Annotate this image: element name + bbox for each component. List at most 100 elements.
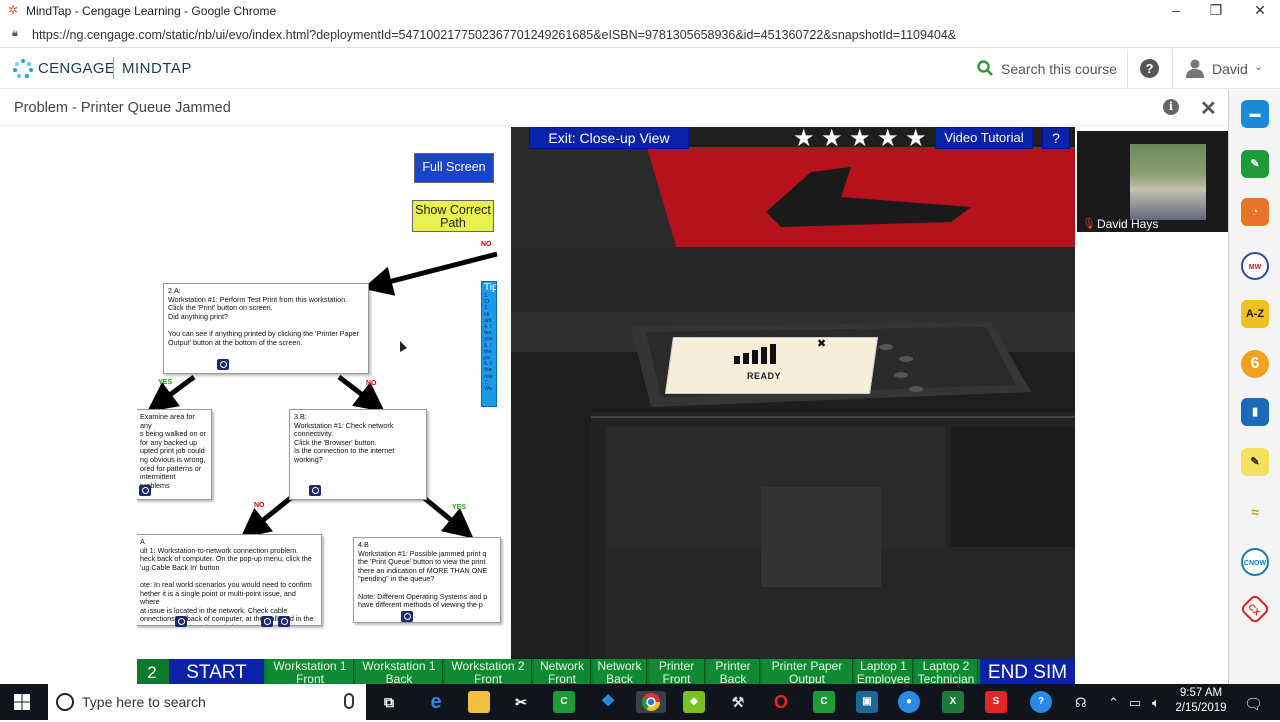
no-label: NO xyxy=(481,241,492,248)
cengage-cx-icon[interactable]: CX xyxy=(1239,593,1271,625)
sim-nav-button[interactable]: Workstation 1 Front xyxy=(267,659,354,684)
number-six-icon[interactable]: 6 xyxy=(1241,350,1269,378)
pencil-icon[interactable]: ✎ xyxy=(1241,150,1269,178)
sim-nav-button[interactable]: Workstation 2 Front xyxy=(445,659,532,684)
notes-icon[interactable]: ✎ xyxy=(1241,448,1269,476)
audio-icon[interactable]: ≈ xyxy=(1241,498,1269,526)
camtasia-icon[interactable]: C xyxy=(553,691,575,713)
star-icon: ★ xyxy=(849,127,871,152)
chrome-icon[interactable] xyxy=(636,691,666,713)
star-icon: ★ xyxy=(905,127,927,152)
header-divider xyxy=(1127,49,1128,89)
exit-closeup-button[interactable]: Exit: Close-up View xyxy=(529,127,689,149)
app-header: CENGAGE MINDTAP Search this course ? Dav… xyxy=(0,49,1280,89)
search-course-link[interactable]: Search this course xyxy=(1001,61,1117,77)
a-to-z-icon[interactable]: A-Z xyxy=(1241,300,1269,328)
volume-icon[interactable]: 🔈︎ xyxy=(1152,695,1160,711)
user-name[interactable]: David xyxy=(1212,61,1248,77)
network-icon[interactable]: ▭ xyxy=(1129,695,1141,711)
flow-box-bottom-left[interactable]: A ult 1: Workstation-to-network connecti… xyxy=(137,534,322,626)
camtasia-recorder-icon[interactable]: C xyxy=(813,691,835,713)
magnify-icon[interactable] xyxy=(261,616,273,627)
zoom-icon[interactable]: ● xyxy=(898,691,920,713)
briefcase-icon[interactable]: ▬ xyxy=(1241,100,1269,128)
info-icon[interactable]: i xyxy=(1163,99,1179,115)
taskbar-search-box[interactable]: Type here to search xyxy=(48,684,366,720)
tools-icon[interactable]: ⚒ xyxy=(727,691,749,713)
sim-help-button[interactable]: ? xyxy=(1042,127,1070,149)
people-icon[interactable]: ☊ xyxy=(1075,695,1087,711)
flow-box-2a[interactable]: 2.A: Workstation #1: Perform Test Print … xyxy=(163,283,369,374)
system-clock[interactable]: 9:57 AM 2/15/2019 xyxy=(1172,686,1230,716)
chevron-up-icon[interactable]: ⌃ xyxy=(1108,695,1119,711)
clock-date: 2/15/2019 xyxy=(1175,702,1227,714)
s-app-icon[interactable]: S xyxy=(985,691,1007,713)
address-bar[interactable]: 🔒︎ https://ng.cengage.com/static/nb/ui/e… xyxy=(0,22,1280,48)
star-icon: ★ xyxy=(821,127,843,152)
cnow-icon[interactable]: CNOW xyxy=(1241,548,1269,576)
video-tutorial-button[interactable]: Video Tutorial xyxy=(935,127,1033,149)
maximize-button[interactable]: ❐ xyxy=(1196,0,1236,22)
file-explorer-icon[interactable] xyxy=(468,691,490,713)
flowchart-panel: Full Screen Show Correct Path NO YES NO … xyxy=(137,127,540,659)
no-label: NO xyxy=(366,380,377,387)
magnify-icon[interactable] xyxy=(309,485,321,496)
activity-title-bar: Problem - Printer Queue Jammed i ✕ xyxy=(0,90,1228,126)
snipping-tool-icon[interactable]: ✂ xyxy=(510,691,532,713)
star-icon: ★ xyxy=(793,127,815,152)
green-app-icon[interactable]: ◆ xyxy=(683,691,705,713)
edge-icon[interactable]: e xyxy=(425,691,447,713)
merriam-webster-icon[interactable]: MW xyxy=(1241,252,1269,280)
close-display-icon[interactable]: ✖ xyxy=(817,337,826,350)
sim-nav-button[interactable]: Printer Back xyxy=(707,659,760,684)
help-icon[interactable]: ? xyxy=(1140,59,1159,78)
sim-nav-button[interactable]: Workstation 1 Back xyxy=(356,659,443,684)
excel-icon[interactable]: X xyxy=(942,691,964,713)
lock-icon: 🔒︎ xyxy=(12,27,18,39)
cortana-icon xyxy=(56,693,74,711)
tips-tab[interactable]: Tip 1. Cl 2. Hi arti 4. Ifee you 5. Ithe pa 6. It… xyxy=(481,281,497,407)
end-sim-button[interactable]: END SIM xyxy=(980,659,1075,684)
magnify-icon[interactable] xyxy=(401,611,413,622)
magnify-icon[interactable] xyxy=(217,359,229,370)
brand-name: CENGAGE xyxy=(38,60,116,77)
notifications-icon[interactable]: 🗨︎ xyxy=(1244,695,1263,713)
app-icon[interactable]: ▣ xyxy=(856,691,878,713)
yes-label: YES xyxy=(158,379,173,386)
sim-nav-button[interactable]: Network Back xyxy=(593,659,647,684)
help-app-icon[interactable]: ? xyxy=(1030,691,1052,713)
start-button[interactable]: START xyxy=(169,659,264,684)
flow-box-4b[interactable]: 4.B Workstation #1: Possible jammed prin… xyxy=(353,537,501,623)
sim-nav-button[interactable]: Laptop 2 Technician xyxy=(915,659,978,684)
clock-time: 9:57 AM xyxy=(1179,687,1223,699)
close-window-button[interactable]: ✕ xyxy=(1240,0,1280,22)
no-label: NO xyxy=(254,502,265,509)
rss-icon[interactable]: ◔ xyxy=(1241,198,1269,226)
magnify-icon[interactable] xyxy=(139,485,151,496)
search-icon[interactable] xyxy=(976,59,994,77)
brand-divider xyxy=(113,57,114,79)
task-view-icon[interactable]: ⧉ xyxy=(378,691,400,713)
sim-nav-button[interactable]: Network Front xyxy=(534,659,591,684)
window-title: MindTap - Cengage Learning - Google Chro… xyxy=(26,4,277,18)
chevron-down-icon[interactable]: ⌄ xyxy=(1254,60,1263,73)
book-icon[interactable]: ▮ xyxy=(1241,398,1269,426)
microphone-icon[interactable] xyxy=(344,693,354,709)
browser-title-bar: ✲ MindTap - Cengage Learning - Google Ch… xyxy=(0,0,1280,22)
mindtap-favicon-icon: ✲ xyxy=(8,3,19,17)
windows-start-icon[interactable] xyxy=(14,694,30,710)
sim-nav-button[interactable]: Printer Front xyxy=(649,659,705,684)
minimize-button[interactable]: – xyxy=(1156,0,1196,22)
close-activity-icon[interactable]: ✕ xyxy=(1200,96,1217,121)
magnify-icon[interactable] xyxy=(175,616,187,627)
dropbox-icon[interactable]: ❖ xyxy=(597,691,619,713)
tips-label: Tip xyxy=(484,282,497,293)
magnify-icon[interactable] xyxy=(278,616,290,627)
sim-nav-button[interactable]: Printer Paper Output xyxy=(762,659,853,684)
sim-nav-button[interactable]: Laptop 1 Employee xyxy=(855,659,913,684)
opera-icon[interactable]: O xyxy=(770,691,792,713)
url-text[interactable]: https://ng.cengage.com/static/nb/ui/evo/… xyxy=(32,28,956,42)
star-icon: ★ xyxy=(877,127,899,152)
taskbar-search-placeholder: Type here to search xyxy=(82,694,206,710)
user-avatar-icon[interactable] xyxy=(1185,58,1205,78)
